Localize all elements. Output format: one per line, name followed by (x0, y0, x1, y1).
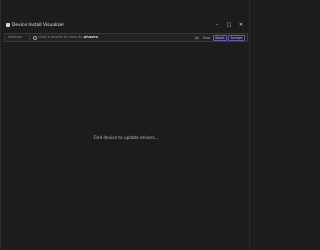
toolbar: Devices Click a device to view its phase… (4, 33, 248, 42)
toolbar-hint: Click a device to view its phases. (38, 34, 99, 41)
window-title: Device Install Visualizer (12, 23, 65, 28)
devices-dropdown[interactable]: Devices (8, 34, 22, 41)
zero-button[interactable]: Zero (201, 35, 211, 41)
maximize-button[interactable]: □ (224, 21, 234, 30)
hint-suffix: . (97, 35, 100, 39)
about-button[interactable]: About (212, 34, 228, 41)
minimize-button[interactable]: – (212, 21, 222, 30)
toolbar-actions: All Zero About Archive (193, 34, 245, 41)
close-button[interactable]: ✕ (236, 21, 246, 30)
empty-state-message: Find device to update drivers... (93, 135, 159, 140)
hint-bold: phases (83, 35, 98, 39)
search-icon (33, 35, 37, 40)
app-window: Device Install Visualizer – □ ✕ Devices … (0, 0, 250, 250)
toolbar-divider (29, 35, 30, 40)
archive-button[interactable]: Archive (228, 34, 245, 41)
hint-prefix: Click a device to view its (38, 35, 84, 39)
app-icon (6, 23, 10, 27)
all-button[interactable]: All (193, 35, 200, 41)
